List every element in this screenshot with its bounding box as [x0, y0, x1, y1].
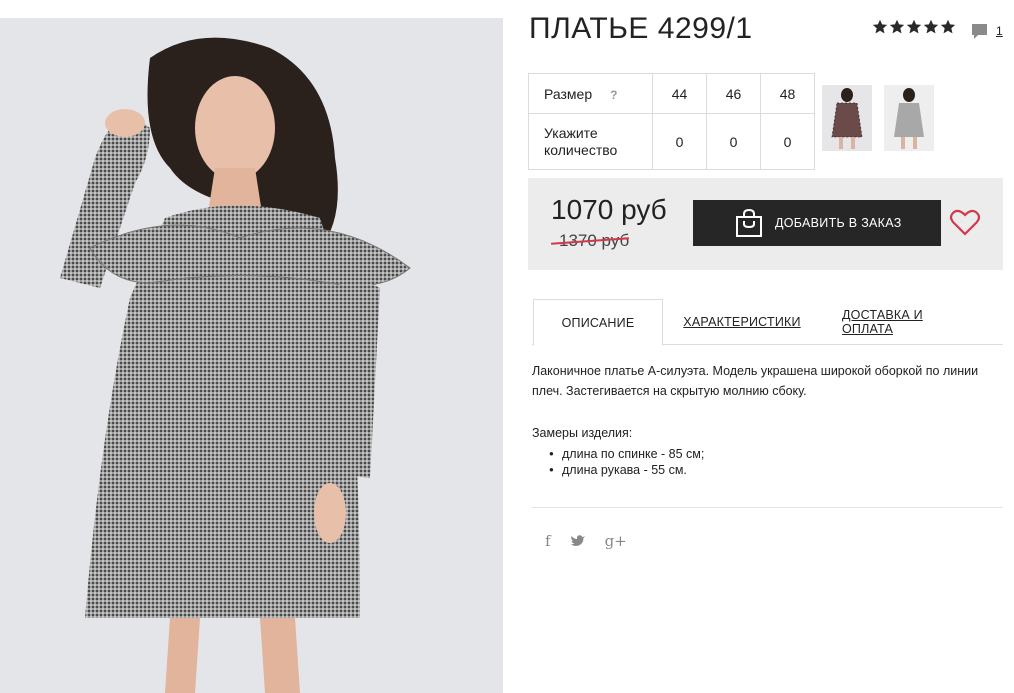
measure-item: длина по спинке - 85 см; [532, 446, 704, 462]
star-icon [940, 19, 956, 34]
quantity-input-46[interactable]: 0 [706, 113, 761, 170]
size-label: Размер [544, 85, 593, 102]
measure-item: длина рукава - 55 см. [532, 462, 704, 478]
thumbnail-plaid[interactable] [822, 85, 872, 151]
review-count-link[interactable]: 1 [996, 24, 1003, 38]
product-description: Лаконичное платье А-силуэта. Модель укра… [532, 364, 979, 398]
product-title: ПЛАТЬЕ 4299/1 [529, 12, 753, 45]
quantity-label: Укажите количество [544, 124, 618, 158]
heart-icon[interactable] [950, 208, 980, 236]
measures-list: длина по спинке - 85 см; длина рукава - … [532, 446, 704, 478]
size-table: Размер? 44 46 48 Укажите количество 0 0 … [528, 73, 815, 170]
star-icon [906, 19, 922, 34]
add-to-order-button[interactable]: ДОБАВИТЬ В ЗАКАЗ [693, 200, 941, 246]
twitter-icon[interactable] [570, 534, 586, 548]
divider [532, 507, 1003, 508]
speech-bubble-icon[interactable] [971, 23, 988, 40]
tab-description[interactable]: ОПИСАНИЕ [533, 299, 663, 346]
measures-title: Замеры изделия: [532, 426, 633, 440]
thumbnail-gray[interactable] [884, 85, 934, 151]
google-plus-icon[interactable]: g+ [605, 532, 627, 550]
quantity-input-44[interactable]: 0 [652, 113, 707, 170]
product-photo [0, 18, 503, 693]
old-price: 1370 руб [559, 231, 630, 250]
size-label-cell: Размер? [528, 73, 653, 114]
quantity-label-cell: Укажите количество [528, 113, 653, 170]
star-icon [889, 19, 905, 34]
size-option-48[interactable]: 48 [760, 73, 815, 114]
star-icon [872, 19, 888, 34]
size-option-44[interactable]: 44 [652, 73, 707, 114]
tab-delivery-payment[interactable]: ДОСТАВКА И ОПЛАТА [842, 299, 972, 344]
size-option-46[interactable]: 46 [706, 73, 761, 114]
star-icon [923, 19, 939, 34]
price-box: 1070 руб 1370 руб ДОБАВИТЬ В ЗАКАЗ [528, 178, 1003, 270]
tab-characteristics[interactable]: ХАРАКТЕРИСТИКИ [682, 299, 802, 344]
quantity-input-48[interactable]: 0 [760, 113, 815, 170]
facebook-icon[interactable]: f [545, 532, 551, 550]
shopping-bag-icon [736, 208, 762, 237]
size-help-icon[interactable]: ? [610, 88, 617, 102]
product-tabs: ОПИСАНИЕ ХАРАКТЕРИСТИКИ ДОСТАВКА И ОПЛАТ… [532, 299, 1003, 346]
rating-stars[interactable] [872, 19, 956, 35]
current-price: 1070 руб [551, 194, 667, 225]
add-to-order-label: ДОБАВИТЬ В ЗАКАЗ [775, 216, 902, 230]
share-buttons: f g+ [545, 532, 627, 550]
